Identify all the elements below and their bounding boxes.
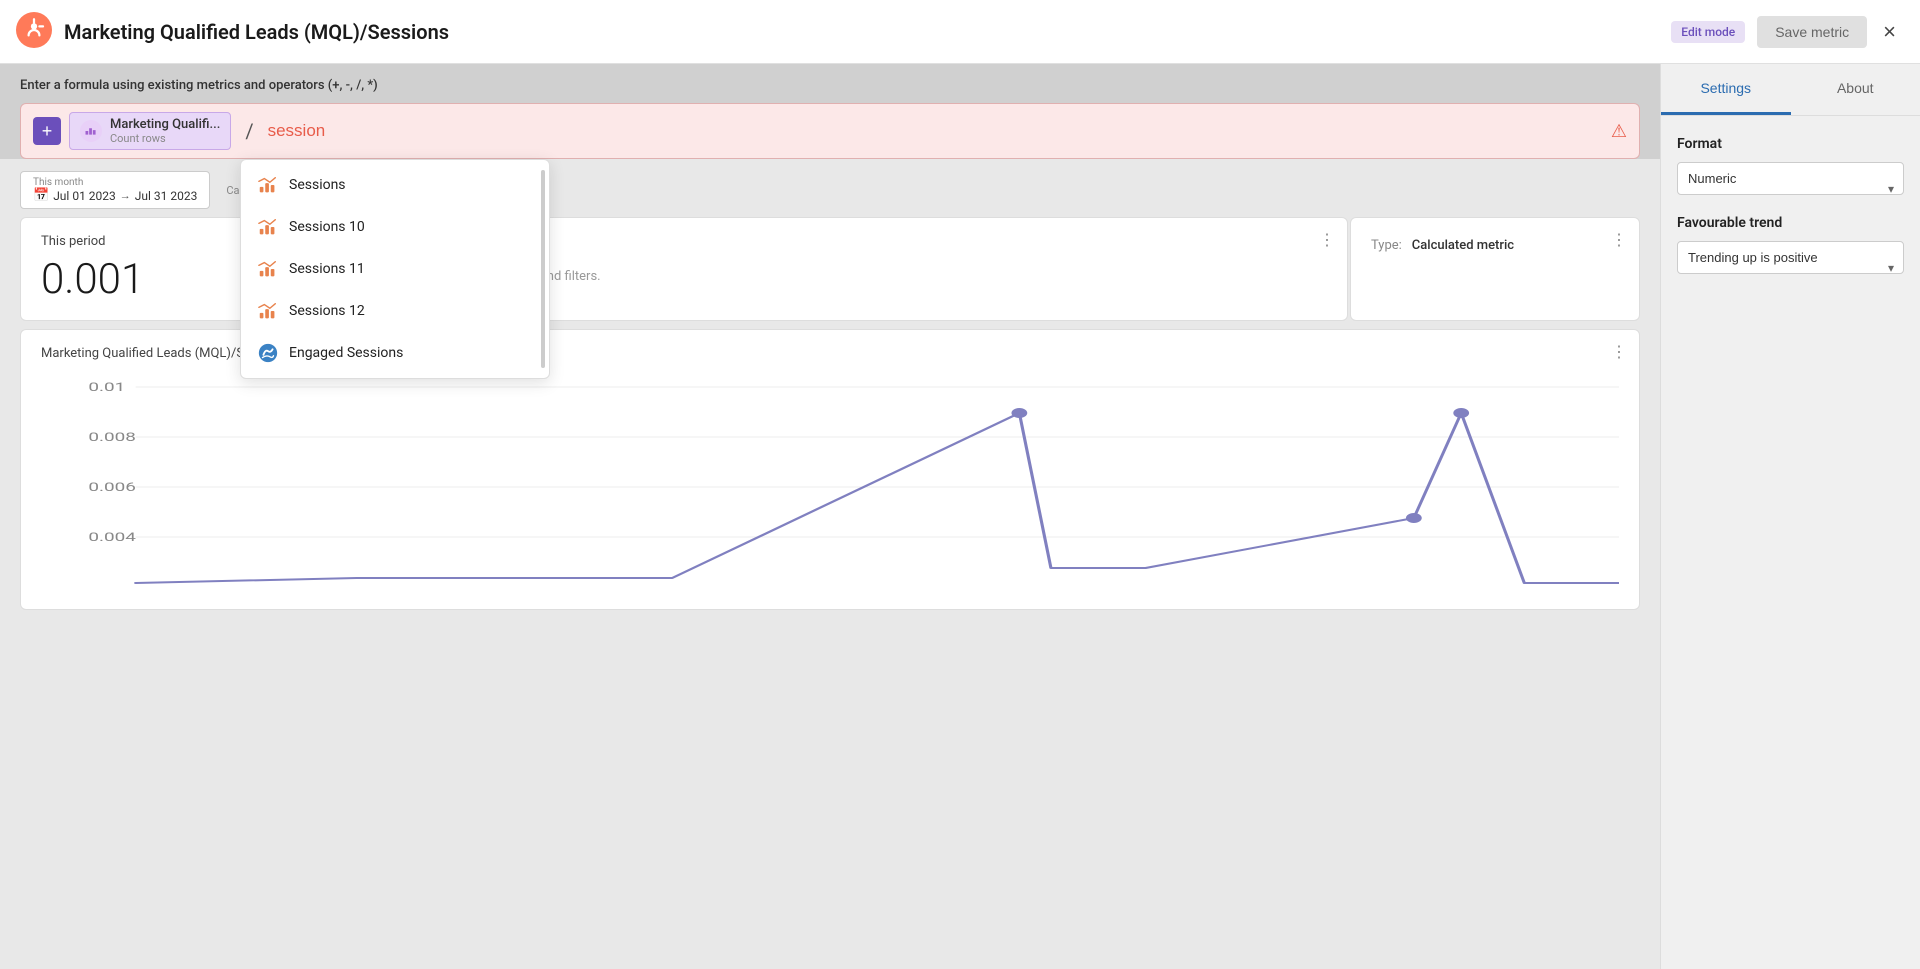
formula-input-row: + Marketing Qualifi... Count rows / ⚠	[20, 103, 1640, 159]
trend-select[interactable]: Trending up is positive Trending down is…	[1677, 241, 1904, 274]
top-bar: Marketing Qualified Leads (MQL)/Sessions…	[0, 0, 1920, 64]
date-end: Jul 31 2023	[135, 189, 198, 203]
type-card-menu-button[interactable]: ⋮	[1611, 230, 1627, 250]
dropdown-item-label: Engaged Sessions	[289, 345, 403, 361]
tabs-row: Settings About	[1661, 64, 1920, 116]
svg-text:0.01: 0.01	[88, 380, 125, 394]
formula-text-input[interactable]	[268, 121, 1603, 141]
format-section-title: Format	[1677, 136, 1904, 152]
format-select[interactable]: Numeric Percentage Currency	[1677, 162, 1904, 195]
formula-error-icon: ⚠	[1611, 121, 1627, 142]
type-value: Calculated metric	[1412, 238, 1514, 253]
formula-instruction: Enter a formula using existing metrics a…	[20, 78, 1640, 93]
save-metric-button[interactable]: Save metric	[1757, 16, 1867, 48]
date-icon: 📅	[33, 188, 49, 203]
dropdown-item-sessions-11[interactable]: Sessions 11	[241, 248, 549, 290]
dropdown-item-sessions-10[interactable]: Sessions 10	[241, 206, 549, 248]
date-start: Jul 01 2023	[53, 189, 116, 203]
favourable-trend-section-title: Favourable trend	[1677, 215, 1904, 231]
tab-about[interactable]: About	[1791, 64, 1920, 115]
dropdown-item-label: Sessions 12	[289, 303, 365, 319]
edit-mode-badge: Edit mode	[1671, 21, 1745, 43]
hubspot-logo	[16, 12, 52, 52]
date-chip[interactable]: This month 📅 Jul 01 2023 → Jul 31 2023	[20, 171, 210, 209]
type-label: Type:	[1371, 238, 1402, 253]
trend-select-wrapper: Trending up is positive Trending down is…	[1677, 241, 1904, 294]
dropdown-item-engaged-sessions[interactable]: Engaged Sessions	[241, 332, 549, 374]
dropdown-item-sessions[interactable]: Sessions	[241, 164, 549, 206]
dropdown-menu: Sessions Sessions 10	[240, 159, 550, 379]
formula-divider: /	[239, 119, 259, 143]
dropdown-item-label: Sessions 11	[289, 261, 365, 277]
metric-chip[interactable]: Marketing Qualifi... Count rows	[69, 112, 231, 150]
dropdown-item-sessions-12[interactable]: Sessions 12	[241, 290, 549, 332]
vs-card-menu-button[interactable]: ⋮	[1319, 230, 1335, 250]
date-chip-label: This month	[33, 177, 197, 188]
right-panel: Settings About Format Numeric Percentage…	[1660, 64, 1920, 969]
svg-text:0.008: 0.008	[88, 430, 136, 444]
date-arrow: →	[120, 189, 131, 202]
metric-chip-sub: Count rows	[110, 132, 220, 145]
type-card: Type: Calculated metric ⋮	[1350, 217, 1640, 321]
dropdown-item-label: Sessions 10	[289, 219, 365, 235]
tab-settings[interactable]: Settings	[1661, 64, 1791, 115]
chart-area: 0.01 0.008 0.006 0.004	[41, 373, 1619, 593]
close-button[interactable]: ×	[1875, 15, 1904, 49]
dropdown-scrollbar[interactable]	[541, 170, 545, 368]
add-metric-button[interactable]: +	[33, 117, 61, 145]
svg-text:0.006: 0.006	[88, 480, 136, 494]
svg-text:0.004: 0.004	[88, 530, 136, 544]
dropdown-item-label: Sessions	[289, 177, 346, 193]
chart-menu-button[interactable]: ⋮	[1611, 342, 1627, 362]
metric-chip-name: Marketing Qualifi...	[110, 117, 220, 132]
settings-content: Format Numeric Percentage Currency ▾ Fav…	[1661, 116, 1920, 314]
format-select-wrapper: Numeric Percentage Currency ▾	[1677, 162, 1904, 215]
page-title: Marketing Qualified Leads (MQL)/Sessions	[64, 20, 1659, 44]
